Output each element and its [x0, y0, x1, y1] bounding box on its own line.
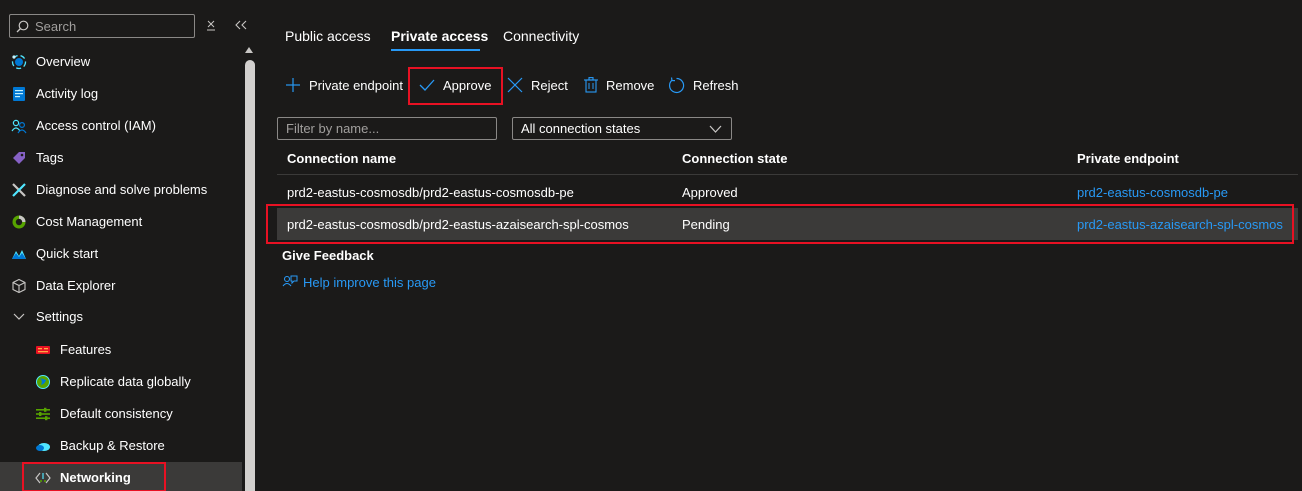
sidebar-item-label: Features	[60, 342, 112, 357]
column-header-connection-state[interactable]: Connection state	[682, 151, 787, 166]
remove-button[interactable]: Remove	[584, 74, 654, 96]
sidebar-item-overview[interactable]: Overview	[0, 46, 242, 78]
sidebar-item-label: Access control (IAM)	[36, 118, 156, 133]
sidebar-item-replicate[interactable]: Replicate data globally	[0, 366, 242, 398]
sidebar-section-settings[interactable]: Settings	[0, 301, 242, 333]
scroll-up-arrow-icon[interactable]	[245, 47, 253, 53]
plus-icon	[286, 78, 300, 92]
active-tab-indicator	[391, 49, 480, 51]
tab-public-access[interactable]: Public access	[285, 28, 371, 44]
feedback-icon	[282, 275, 298, 287]
column-header-private-endpoint[interactable]: Private endpoint	[1077, 151, 1179, 166]
sidebar-item-label: Diagnose and solve problems	[36, 182, 208, 197]
trash-icon	[584, 77, 598, 93]
tag-icon	[13, 152, 25, 164]
column-header-connection-name[interactable]: Connection name	[287, 151, 396, 166]
sidebar-item-label: Tags	[36, 150, 64, 165]
iam-icon	[11, 119, 27, 134]
networking-highlight-box	[22, 462, 166, 491]
refresh-button[interactable]: Refresh	[668, 74, 739, 96]
connection-state-value: All connection states	[521, 121, 641, 136]
sidebar-item-data-explorer[interactable]: Data Explorer	[0, 270, 242, 302]
reject-button[interactable]: Reject	[507, 74, 568, 96]
sidebar-item-diagnose[interactable]: Diagnose and solve problems	[0, 174, 242, 206]
sidebar-item-label: Data Explorer	[36, 278, 116, 293]
sidebar-item-quick-start[interactable]: Quick start	[0, 238, 242, 270]
connection-state-dropdown[interactable]: All connection states	[512, 117, 732, 140]
sidebar-item-label: Activity log	[36, 86, 99, 101]
main-content: Public access Private access Connectivit…	[258, 0, 1302, 491]
sidebar-scrollbar-thumb[interactable]	[245, 60, 255, 491]
sidebar: Overview Activity log Access control (IA…	[0, 0, 247, 491]
cloud-icon	[36, 443, 50, 451]
globe-icon	[36, 375, 50, 389]
features-icon	[36, 346, 50, 354]
help-improve-label: Help improve this page	[303, 274, 436, 290]
chevron-down-icon	[13, 313, 25, 320]
search-icon	[16, 20, 29, 32]
sidebar-item-label: Overview	[36, 54, 91, 69]
give-feedback-heading: Give Feedback	[282, 248, 374, 263]
sidebar-item-features[interactable]: Features	[0, 334, 242, 366]
private-endpoint-link[interactable]: prd2-eastus-cosmosdb-pe	[1077, 185, 1228, 200]
sidebar-item-backup-restore[interactable]: Backup & Restore	[0, 430, 242, 462]
sidebar-item-activity-log[interactable]: Activity log	[0, 78, 242, 110]
sidebar-section-label: Settings	[36, 309, 83, 324]
approve-highlight-box	[408, 67, 503, 105]
tab-connectivity[interactable]: Connectivity	[503, 28, 579, 44]
help-improve-link[interactable]: Help improve this page	[282, 274, 436, 290]
sidebar-item-tags[interactable]: Tags	[0, 142, 242, 174]
quick-start-icon	[12, 250, 26, 259]
refresh-label: Refresh	[693, 77, 739, 93]
sidebar-item-label: Quick start	[36, 246, 99, 261]
connection-state-cell: Approved	[682, 185, 738, 200]
overview-icon	[11, 54, 27, 70]
close-icon	[507, 77, 523, 93]
private-endpoint-label: Private endpoint	[309, 77, 403, 93]
chevron-down-icon	[709, 125, 722, 133]
sidebar-item-cost-management[interactable]: Cost Management	[0, 206, 242, 238]
sidebar-item-label: Default consistency	[60, 406, 173, 421]
collapse-sidebar-icon[interactable]	[232, 16, 250, 34]
sidebar-item-label: Replicate data globally	[60, 374, 191, 389]
reject-label: Reject	[531, 77, 568, 93]
clear-search-icon[interactable]	[202, 16, 220, 34]
sliders-icon	[36, 407, 50, 421]
sidebar-search-input[interactable]	[35, 18, 185, 34]
sidebar-item-default-consistency[interactable]: Default consistency	[0, 398, 242, 430]
refresh-icon	[668, 76, 685, 93]
row-highlight-box	[266, 204, 1294, 244]
add-private-endpoint-button[interactable]: Private endpoint	[285, 74, 403, 96]
sidebar-search[interactable]	[9, 14, 195, 38]
table-header-divider	[277, 174, 1298, 175]
activity-log-icon	[13, 87, 25, 101]
connection-name-cell: prd2-eastus-cosmosdb/prd2-eastus-cosmosd…	[287, 185, 574, 200]
filter-by-name-input[interactable]	[277, 117, 497, 140]
cost-management-icon	[12, 215, 26, 229]
sidebar-item-label: Backup & Restore	[60, 438, 165, 453]
tab-private-access[interactable]: Private access	[391, 28, 488, 44]
cube-icon	[12, 278, 26, 294]
remove-label: Remove	[606, 77, 655, 93]
sidebar-item-label: Cost Management	[36, 214, 143, 229]
wrench-icon	[12, 183, 26, 197]
sidebar-item-access-control[interactable]: Access control (IAM)	[0, 110, 242, 142]
